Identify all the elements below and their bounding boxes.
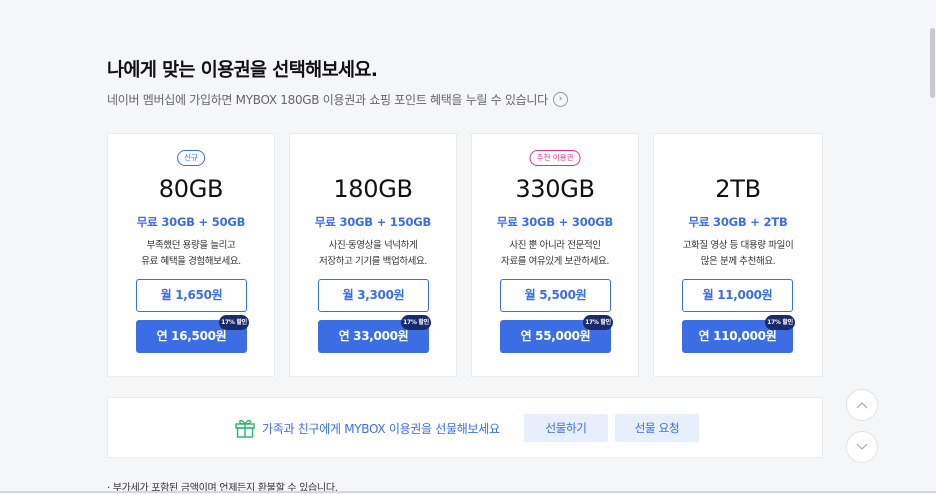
new-badge: 신규 — [177, 150, 205, 166]
discount-badge: 17% 할인 — [219, 315, 249, 330]
scroll-down-button[interactable] — [846, 431, 878, 463]
subtitle-arrow-icon[interactable]: › — [552, 92, 568, 107]
yearly-price-button[interactable]: 연 33,000원 17% 할인 — [318, 315, 431, 353]
gift-icon — [235, 419, 255, 438]
monthly-price-button[interactable]: 월 5,500원 — [500, 279, 611, 312]
recommend-badge: 추천 이용권 — [529, 150, 581, 166]
plan-card-330gb: 추천 이용권 330GB 무료 30GB + 300GB 사진 뿐 아니라 전문… — [471, 133, 639, 377]
plan-desc-line1: 고화질 영상 등 대용량 파일이 — [682, 240, 794, 251]
yearly-price-button[interactable]: 연 16,500원 17% 할인 — [136, 315, 249, 353]
scrollbar-thumb[interactable] — [930, 28, 935, 98]
discount-badge: 17% 할인 — [765, 315, 795, 330]
monthly-price-button[interactable]: 월 3,300원 — [318, 279, 429, 312]
yearly-price-label: 연 110,000원 — [698, 329, 777, 343]
plan-card-2tb: 2TB 무료 30GB + 2TB 고화질 영상 등 대용량 파일이 많은 분께… — [653, 133, 823, 377]
discount-badge: 17% 할인 — [401, 315, 431, 330]
scroll-up-button[interactable] — [846, 389, 878, 421]
plan-card-180gb: 180GB 무료 30GB + 150GB 사진·동영상을 넉넉하게 저장하고 … — [289, 133, 457, 377]
plan-free-storage: 무료 30GB + 2TB — [688, 215, 788, 229]
yearly-price-label: 연 16,500원 — [156, 329, 227, 343]
yearly-price-label: 연 55,000원 — [520, 329, 591, 343]
yearly-price-button[interactable]: 연 110,000원 17% 할인 — [682, 315, 795, 353]
page-scrollbar[interactable] — [928, 0, 936, 493]
plan-desc-line1: 사진 뿐 아니라 전문적인 — [509, 240, 601, 251]
plan-free-storage: 무료 30GB + 50GB — [136, 215, 246, 229]
plan-free-storage: 무료 30GB + 150GB — [314, 215, 432, 229]
plan-size: 2TB — [715, 175, 761, 203]
plan-desc-line2: 유료 혜택을 경험해보세요. — [141, 256, 241, 267]
monthly-price-button[interactable]: 월 11,000원 — [682, 279, 793, 312]
request-gift-button[interactable]: 선물 요청 — [615, 414, 699, 442]
page-subtitle[interactable]: 네이버 멤버십에 가입하면 MYBOX 180GB 이용권과 쇼핑 포인트 혜택… — [107, 91, 568, 108]
plan-desc-line2: 저장하고 기기를 백업하세요. — [319, 256, 427, 267]
plan-card-80gb: 신규 80GB 무료 30GB + 50GB 부족했던 용량을 늘리고 유료 혜… — [107, 133, 275, 377]
gift-banner: 가족과 친구에게 MYBOX 이용권을 선물해보세요 선물하기 선물 요청 — [107, 397, 823, 458]
plan-desc-line2: 자료를 여유있게 보관하세요. — [501, 256, 609, 267]
chevron-down-icon — [856, 443, 868, 450]
plan-desc-line1: 부족했던 용량을 늘리고 — [146, 240, 236, 251]
plan-free-storage: 무료 30GB + 300GB — [496, 215, 614, 229]
monthly-price-button[interactable]: 월 1,650원 — [136, 279, 247, 312]
plan-list: 신규 80GB 무료 30GB + 50GB 부족했던 용량을 늘리고 유료 혜… — [107, 133, 823, 377]
plan-size: 330GB — [515, 175, 595, 203]
send-gift-button[interactable]: 선물하기 — [524, 414, 608, 442]
plan-desc-line2: 많은 분께 추천해요. — [700, 256, 776, 267]
yearly-price-button[interactable]: 연 55,000원 17% 할인 — [500, 315, 613, 353]
plan-size: 180GB — [333, 175, 413, 203]
page-title: 나에게 맞는 이용권을 선택해보세요. — [107, 60, 378, 81]
yearly-price-label: 연 33,000원 — [338, 329, 409, 343]
plan-desc-line1: 사진·동영상을 넉넉하게 — [328, 240, 418, 251]
subtitle-text: 네이버 멤버십에 가입하면 MYBOX 180GB 이용권과 쇼핑 포인트 혜택… — [107, 93, 548, 107]
plan-size: 80GB — [158, 175, 224, 203]
chevron-up-icon — [856, 402, 868, 409]
gift-text: 가족과 친구에게 MYBOX 이용권을 선물해보세요 — [262, 422, 500, 436]
discount-badge: 17% 할인 — [583, 315, 613, 330]
